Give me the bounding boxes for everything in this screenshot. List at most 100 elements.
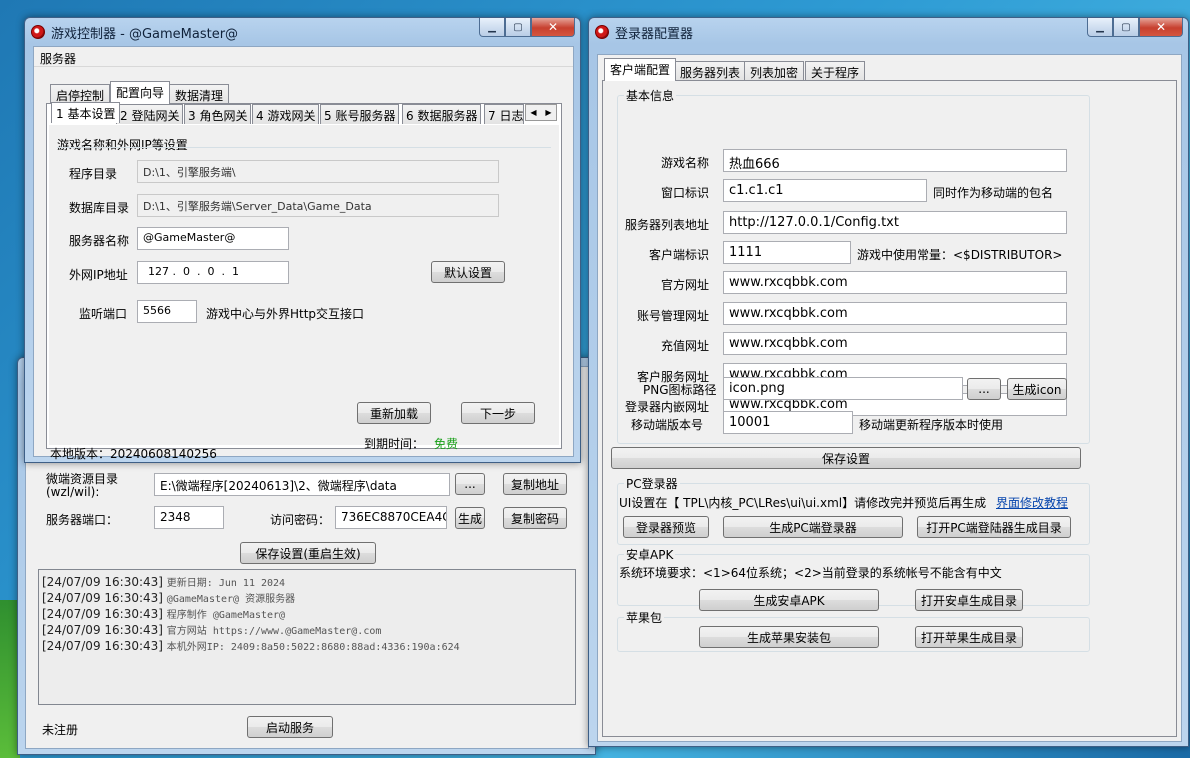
close-icon[interactable]: ✕ (1139, 18, 1183, 37)
log-line: [24/07/09 16:30:43] 更新日期: Jun 11 2024 (42, 574, 572, 590)
program-dir-label: 程序目录 (69, 167, 118, 181)
log-line: [24/07/09 16:30:43] 本机外网IP: 2409:8a50:50… (42, 638, 572, 654)
png-path-label: PNG图标路径 (643, 383, 717, 397)
field-input[interactable]: www.rxcqbbk.com (723, 302, 1067, 325)
log-timestamp: [24/07/09 16:30:43] (42, 591, 163, 605)
ios-package-caption: 苹果包 (624, 609, 665, 626)
open-ios-output-dir-button[interactable]: 打开苹果生成目录 (915, 626, 1023, 648)
maximize-icon[interactable]: ▢ (505, 18, 531, 37)
scroll-left-icon[interactable]: ◀ (530, 108, 536, 117)
tab-data-clean[interactable]: 数据清理 (169, 84, 230, 104)
open-pc-output-dir-button[interactable]: 打开PC端登陆器生成目录 (917, 516, 1071, 538)
window-title: 游戏控制器 - @GameMaster@ (51, 26, 239, 42)
subtab-game-gate[interactable]: 4 游戏网关 (252, 104, 320, 124)
reload-button[interactable]: 重新加载 (357, 402, 431, 424)
resource-dir-browse-button[interactable]: ... (455, 473, 485, 495)
default-settings-button[interactable]: 默认设置 (431, 261, 505, 283)
tab-list-encrypt[interactable]: 列表加密 (744, 61, 805, 80)
group-title: 游戏名称和外网IP等设置 (57, 138, 188, 152)
launcher-preview-button[interactable]: 登录器预览 (623, 516, 709, 538)
password-input[interactable]: 736EC8870CEA4C9 (335, 506, 447, 529)
launcher-config-client: 客户端配置 服务器列表 列表加密 关于程序 基本信息 游戏名称 热血666 窗口标识… (597, 54, 1182, 742)
subtab-account-server[interactable]: 5 账号服务器 (320, 104, 400, 124)
log-message: 更新日期: Jun 11 2024 (166, 578, 286, 589)
listen-port-input[interactable]: 5566 (137, 300, 197, 323)
menu-bar: 服务器 (34, 47, 573, 67)
generate-icon-button[interactable]: 生成icon (1007, 378, 1067, 400)
subtab-scroll-arrows[interactable]: ◀ ▶ (525, 104, 557, 121)
tab-server-list[interactable]: 服务器列表 (674, 61, 747, 80)
app-logo-icon (595, 25, 609, 39)
tab-client-config[interactable]: 客户端配置 (604, 58, 677, 81)
subtab-log[interactable]: 7 日志 (484, 104, 524, 124)
resource-dir-label: 微端资源目录(wzl/wil): (46, 472, 119, 499)
maximize-icon[interactable]: ▢ (1113, 18, 1139, 37)
generate-ios-button[interactable]: 生成苹果安装包 (699, 626, 879, 648)
close-icon[interactable]: ✕ (531, 18, 575, 37)
png-path-input[interactable]: icon.png (723, 377, 963, 400)
field-label: 账号管理网址 (636, 309, 709, 323)
scroll-right-icon[interactable]: ▶ (545, 108, 551, 117)
game-controller-client: 服务器 启停控制 配置向导 数据清理 1 基本设置 2 登陆网关 3 角色网关 … (33, 46, 574, 461)
server-name-input[interactable]: @GameMaster@ (137, 227, 289, 250)
field-note: 同时作为移动端的包名 (933, 186, 1054, 200)
mobile-version-input[interactable]: 10001 (723, 411, 853, 434)
registration-status: 未注册 (42, 723, 79, 737)
field-input[interactable]: www.rxcqbbk.com (723, 332, 1067, 355)
generate-apk-button[interactable]: 生成安卓APK (699, 589, 879, 611)
subtab-login-gate[interactable]: 2 登陆网关 (116, 104, 184, 124)
log-message: 官方网站 https://www.@GameMaster@.com (166, 626, 382, 637)
group-divider (57, 147, 551, 148)
field-input[interactable]: http://127.0.0.1/Config.txt (723, 211, 1067, 234)
copy-address-button[interactable]: 复制地址 (503, 473, 567, 495)
server-port-label: 服务器端口： (46, 513, 119, 527)
save-settings-button[interactable]: 保存设置 (611, 447, 1081, 469)
window-controls: ▁ ▢ ✕ (1087, 18, 1183, 37)
log-panel[interactable]: [24/07/09 16:30:43] 更新日期: Jun 11 2024 [24… (38, 569, 576, 705)
field-label: 窗口标识 (660, 186, 709, 200)
log-timestamp: [24/07/09 16:30:43] (42, 575, 163, 589)
field-input[interactable]: www.rxcqbbk.com (723, 271, 1067, 294)
local-version: 本地版本：20240608140256 (50, 447, 217, 461)
program-dir-field[interactable]: D:\1、引擎服务端\ (137, 160, 499, 183)
ui-tutorial-link[interactable]: 界面修改教程 (996, 494, 1068, 511)
password-label: 访问密码： (270, 513, 331, 527)
field-input[interactable]: 热血666 (723, 149, 1067, 172)
copy-password-button[interactable]: 复制密码 (503, 507, 567, 529)
server-port-input[interactable]: 2348 (154, 506, 224, 529)
generate-password-button[interactable]: 生成 (455, 507, 485, 529)
listen-port-label: 监听端口 (79, 307, 128, 321)
tab-config-wizard[interactable]: 配置向导 (110, 81, 171, 104)
apk-requirement-note: 系统环境要求：<1>64位系统；<2>当前登录的系统帐号不能含有中文 (619, 566, 1002, 580)
field-label: 登录器内嵌网址 (624, 400, 709, 414)
public-ip-label: 外网IP地址 (69, 268, 128, 282)
game-controller-window: 游戏控制器 - @GameMaster@ ▁ ▢ ✕ 服务器 启停控制 配置向导… (24, 17, 581, 463)
menu-item-server[interactable]: 服务器 (40, 50, 76, 67)
subtab-data-server[interactable]: 6 数据服务器 (402, 104, 482, 124)
window-controls: ▁ ▢ ✕ (479, 18, 575, 37)
subtab-role-gate[interactable]: 3 角色网关 (184, 104, 252, 124)
minimize-icon[interactable]: ▁ (1087, 18, 1113, 37)
open-apk-output-dir-button[interactable]: 打开安卓生成目录 (915, 589, 1023, 611)
log-line: [24/07/09 16:30:43] @GameMaster@ 资源服务器 (42, 590, 572, 606)
log-timestamp: [24/07/09 16:30:43] (42, 639, 163, 653)
db-dir-field[interactable]: D:\1、引擎服务端\Server_Data\Game_Data (137, 194, 499, 217)
field-label: 服务器列表地址 (624, 218, 709, 232)
resource-dir-input[interactable]: E:\微端程序[20240613]\2、微端程序\data (154, 473, 450, 496)
subtab-basic[interactable]: 1 基本设置 (51, 102, 121, 123)
save-restart-button[interactable]: 保存设置(重启生效) (240, 542, 376, 564)
tab-about[interactable]: 关于程序 (805, 61, 866, 80)
png-browse-button[interactable]: ... (967, 378, 1001, 400)
expire-label: 到期时间： (364, 437, 425, 451)
window-title: 登录器配置器 (615, 26, 694, 42)
field-label: 官方网址 (660, 278, 709, 292)
public-ip-input[interactable]: 127 . 0 . 0 . 1 (137, 261, 289, 284)
next-step-button[interactable]: 下一步 (461, 402, 535, 424)
start-service-button[interactable]: 启动服务 (247, 716, 333, 738)
field-input[interactable]: c1.c1.c1 (723, 179, 927, 202)
minimize-icon[interactable]: ▁ (479, 18, 505, 37)
generate-pc-launcher-button[interactable]: 生成PC端登录器 (723, 516, 903, 538)
field-input[interactable]: 1111 (723, 241, 851, 264)
basic-settings-page: 游戏名称和外网IP等设置 程序目录 D:\1、引擎服务端\ 数据库目录 D:\1… (49, 125, 559, 445)
tab-start-stop[interactable]: 启停控制 (50, 84, 111, 104)
